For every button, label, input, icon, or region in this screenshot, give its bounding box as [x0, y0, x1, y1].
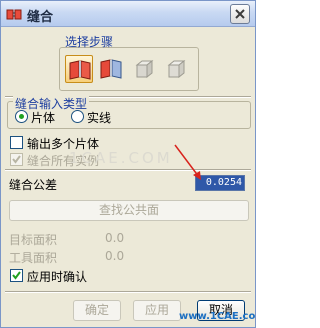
target-area-label: 目标面积 [9, 233, 58, 247]
divider [5, 169, 251, 171]
stitch-all-instances-checkbox[interactable] [10, 153, 23, 166]
step-tool-solid-button[interactable] [163, 55, 191, 83]
step-target-sheet-button[interactable] [65, 55, 93, 83]
target-solid-icon [135, 59, 154, 79]
tool-area-label: 工具面积 [9, 251, 58, 265]
step-tool-sheet-button[interactable] [97, 55, 125, 83]
tool-area-value: 0.0 [105, 249, 125, 263]
selection-steps-label: 选择步骤 [65, 35, 114, 49]
brand-watermark: www.1CAE.com [179, 311, 256, 322]
output-multiple-sheets-checkbox[interactable] [10, 136, 23, 149]
find-common-face-button[interactable]: 查找公共面 [9, 200, 249, 221]
radio-sheet-body[interactable] [15, 110, 28, 123]
radio-solid-label: 实线 [87, 111, 112, 125]
title-bar: 缝合 [1, 1, 255, 27]
checkmark-icon [12, 155, 21, 164]
close-button[interactable] [230, 4, 250, 24]
ok-button[interactable]: 确定 [73, 300, 121, 321]
confirm-on-apply-label: 应用时确认 [27, 270, 88, 284]
checkmark-icon [12, 271, 21, 280]
tool-solid-icon [167, 59, 186, 79]
sew-dialog: 缝合 选择步骤 缝合输入类型 片体 实线 输出多个片体 缝合所有实例 1CAE.… [0, 0, 256, 328]
apply-button[interactable]: 应用 [133, 300, 181, 321]
step-target-solid-button[interactable] [131, 55, 159, 83]
sew-icon [6, 9, 22, 20]
watermark: 1CAE.COM [69, 149, 173, 167]
target-area-value: 0.0 [105, 231, 125, 245]
target-sheet-icon [69, 60, 91, 80]
red-arrow-icon [174, 144, 201, 180]
radio-solid[interactable] [71, 110, 84, 123]
tool-sheet-icon [100, 59, 122, 79]
divider [5, 291, 251, 293]
confirm-on-apply-checkbox[interactable] [10, 269, 23, 282]
window-title: 缝合 [27, 10, 54, 25]
close-icon [235, 9, 245, 19]
radio-sheet-body-label: 片体 [31, 111, 56, 125]
tolerance-label: 缝合公差 [9, 178, 58, 192]
